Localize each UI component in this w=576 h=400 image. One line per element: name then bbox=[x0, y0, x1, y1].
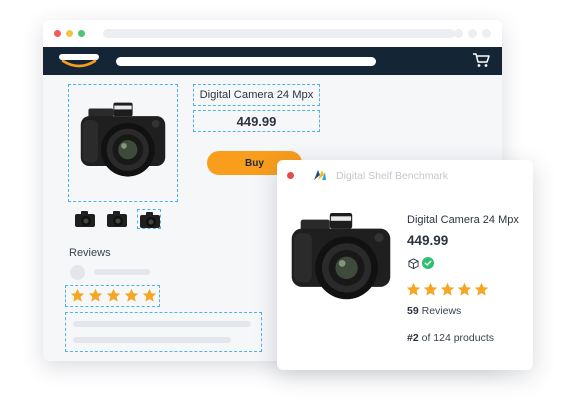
reviews-heading: Reviews bbox=[69, 247, 111, 259]
review-text-line bbox=[73, 321, 251, 327]
reviewer-avatar bbox=[70, 265, 85, 280]
camera-image[interactable] bbox=[75, 95, 171, 191]
star-icon bbox=[423, 282, 438, 296]
store-navbar bbox=[43, 47, 502, 75]
rank-suffix: of 124 products bbox=[421, 332, 494, 344]
reviews-label: Reviews bbox=[421, 305, 462, 317]
star-icon bbox=[70, 288, 85, 302]
star-icon bbox=[88, 288, 103, 302]
product-price: 449.99 bbox=[236, 113, 277, 129]
product-thumbnail[interactable] bbox=[137, 209, 161, 229]
star-icon bbox=[142, 288, 157, 302]
url-bar[interactable] bbox=[116, 57, 376, 66]
panel-reviews: 59 Reviews bbox=[407, 305, 461, 317]
product-image-frame bbox=[68, 84, 178, 202]
rating-stars-frame bbox=[65, 285, 160, 307]
panel-camera-image bbox=[291, 212, 391, 300]
star-icon bbox=[106, 288, 121, 302]
close-window-dot[interactable] bbox=[54, 30, 61, 37]
product-title-frame: Digital Camera 24 Mpx bbox=[193, 84, 320, 106]
smile-logo-icon[interactable] bbox=[57, 53, 101, 69]
star-icon bbox=[406, 282, 421, 296]
product-title: Digital Camera 24 Mpx bbox=[199, 89, 314, 101]
titlebar-button[interactable] bbox=[454, 29, 463, 38]
cart-icon[interactable] bbox=[472, 52, 490, 68]
reviews-count: 59 bbox=[407, 305, 419, 317]
product-price-frame: 449.99 bbox=[193, 110, 320, 132]
star-icon bbox=[124, 288, 139, 302]
star-icon bbox=[474, 282, 489, 296]
benchmark-logo-icon bbox=[314, 170, 326, 180]
star-icon bbox=[457, 282, 472, 296]
titlebar-button[interactable] bbox=[482, 29, 491, 38]
rank-value: #2 bbox=[407, 332, 419, 344]
maximize-window-dot[interactable] bbox=[78, 30, 85, 37]
panel-product-name: Digital Camera 24 Mpx bbox=[407, 214, 519, 226]
panel-close-dot[interactable] bbox=[287, 172, 294, 179]
review-text-line bbox=[73, 337, 231, 343]
minimize-window-dot[interactable] bbox=[66, 30, 73, 37]
benchmark-panel: Digital Shelf Benchmark Digital Camera 2… bbox=[277, 160, 533, 370]
panel-rank: #2 of 124 products bbox=[407, 332, 494, 344]
panel-title: Digital Shelf Benchmark bbox=[336, 170, 449, 182]
reviewer-name-placeholder bbox=[94, 269, 150, 275]
review-text-frame bbox=[65, 312, 262, 352]
tab-placeholder bbox=[103, 29, 455, 38]
panel-product-price: 449.99 bbox=[407, 233, 449, 248]
check-icon bbox=[422, 257, 434, 269]
titlebar-button[interactable] bbox=[468, 29, 477, 38]
product-thumbnail[interactable] bbox=[105, 209, 129, 229]
box-icon bbox=[408, 258, 419, 269]
browser-titlebar bbox=[43, 20, 502, 47]
star-icon bbox=[440, 282, 455, 296]
product-thumbnail[interactable] bbox=[73, 209, 97, 229]
